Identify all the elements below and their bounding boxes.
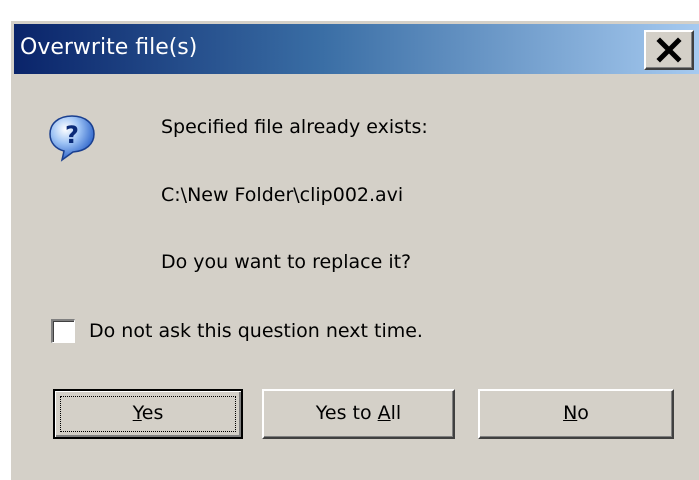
no-button[interactable]: No bbox=[478, 389, 674, 439]
yes-to-all-button[interactable]: Yes to All bbox=[262, 389, 455, 439]
window-title: Overwrite file(s) bbox=[20, 35, 198, 60]
title-bar[interactable]: Overwrite file(s) bbox=[14, 24, 699, 74]
no-button-label: No bbox=[563, 402, 589, 424]
question-icon: ? bbox=[49, 115, 95, 162]
overwrite-dialog: Overwrite file(s) ? Specified file alrea… bbox=[10, 20, 699, 480]
dont-ask-again-label[interactable]: Do not ask this question next time. bbox=[89, 319, 423, 343]
close-button[interactable] bbox=[644, 30, 694, 70]
yes-button[interactable]: Yes bbox=[53, 389, 243, 439]
message-exists: Specified file already exists: bbox=[161, 116, 428, 138]
dont-ask-again-checkbox[interactable] bbox=[51, 319, 75, 343]
message-question: Do you want to replace it? bbox=[161, 251, 412, 273]
yes-to-all-button-label: Yes to All bbox=[315, 402, 402, 424]
close-icon bbox=[656, 37, 682, 63]
svg-text:?: ? bbox=[65, 121, 79, 149]
yes-button-label: Yes bbox=[132, 402, 164, 424]
message-file-path: C:\New Folder\clip002.avi bbox=[161, 184, 404, 206]
